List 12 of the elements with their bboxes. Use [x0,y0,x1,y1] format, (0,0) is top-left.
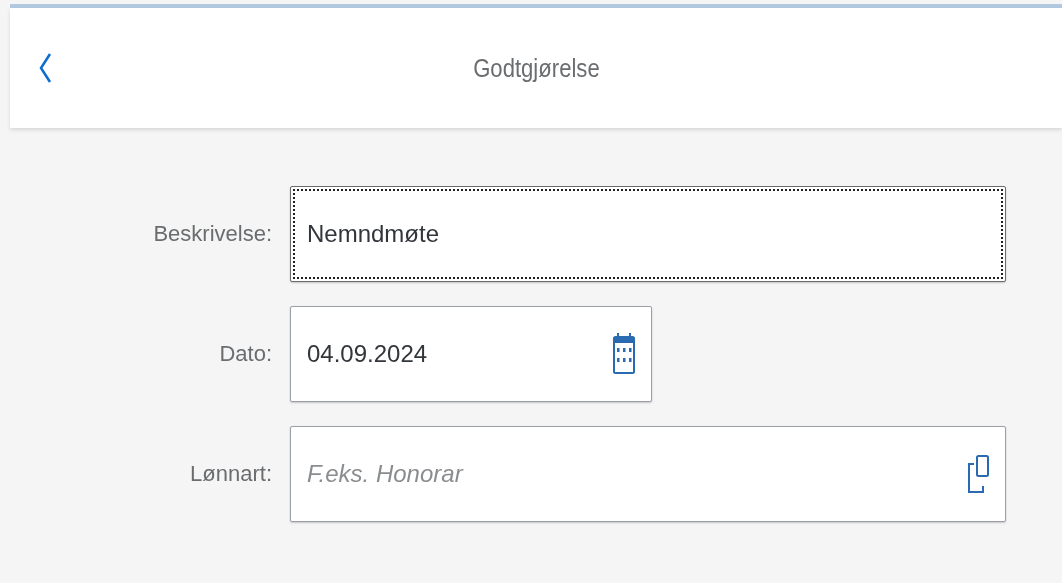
field-label: Dato: [219,341,272,367]
date-picker-button[interactable] [612,331,636,377]
page-title: Godtgjørelse [472,52,600,84]
input-field[interactable]: 04.09.2024 [290,306,652,402]
copy-icon [966,454,990,494]
input-field[interactable]: Nemndmøte [290,186,1006,282]
input-field[interactable]: F.eks. Honorar [290,426,1006,522]
calendar-icon [612,331,636,377]
field-label: Beskrivelse: [153,221,272,247]
field-label: Lønnart: [190,461,272,487]
back-icon [38,52,52,84]
value-help-button[interactable] [966,454,990,494]
